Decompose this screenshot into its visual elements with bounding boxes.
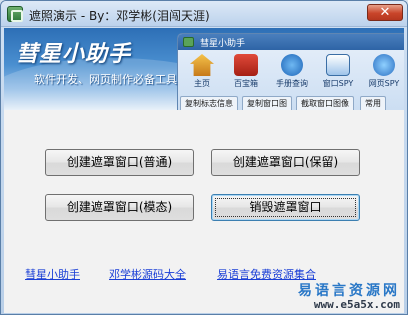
app-window: 遮照演示 - By：邓学彬(泪闯天涯) ✕ 彗星小助手 软件开发、网页制作必备工…	[0, 0, 408, 315]
preview-tool-window-spy: 窗口SPY	[316, 52, 360, 94]
preview-tab: 常用	[360, 96, 386, 110]
window-spy-icon	[326, 54, 350, 76]
banner-subtitle: 软件开发、网页制作必备工具	[34, 73, 177, 86]
watermark-url: www.e5a5x.com	[313, 298, 400, 311]
banner-preview-window: 彗星小助手 主页 百宝箱 手册查询 窗口SPY 网页SPY 复制标志信息 复制窗…	[177, 33, 404, 110]
preview-tool-label: 手册查询	[276, 79, 308, 88]
client-area: 彗星小助手 软件开发、网页制作必备工具 彗星小助手 主页 百宝箱 手册查询 窗口…	[4, 28, 404, 313]
preview-tool-web-spy: 网页SPY	[362, 52, 404, 94]
footer: 彗星小助手 邓学彬源码大全 易语言免费资源集合 易语言资源网 www.e5a5x…	[4, 260, 404, 313]
preview-tool-box: 百宝箱	[224, 52, 268, 94]
preview-tab: 复制标志信息	[180, 96, 238, 110]
app-icon	[7, 6, 23, 22]
watermark-cn: 易语言资源网	[298, 283, 400, 299]
create-mask-modal-button[interactable]: 创建遮罩窗口(模态)	[45, 194, 194, 221]
preview-tool-home: 主页	[180, 52, 224, 94]
site-watermark: 易语言资源网 www.e5a5x.com	[280, 280, 404, 313]
button-panel: 创建遮罩窗口(普通) 创建遮罩窗口(保留) 创建遮罩窗口(模态) 销毁遮罩窗口	[4, 110, 404, 260]
destroy-mask-button[interactable]: 销毁遮罩窗口	[211, 194, 360, 221]
title-bar[interactable]: 遮照演示 - By：邓学彬(泪闯天涯) ✕	[1, 1, 407, 27]
treasure-box-icon	[234, 54, 258, 76]
preview-tool-label: 窗口SPY	[322, 79, 354, 88]
preview-app-icon	[183, 37, 194, 47]
preview-tool-label: 百宝箱	[234, 79, 258, 88]
preview-title-bar: 彗星小助手	[178, 34, 404, 50]
help-manual-icon	[281, 54, 303, 76]
preview-tabs: 复制标志信息 复制窗口图 截取窗口图像 常用	[178, 96, 404, 110]
banner-image: 彗星小助手 软件开发、网页制作必备工具 彗星小助手 主页 百宝箱 手册查询 窗口…	[4, 28, 404, 110]
window-title: 遮照演示 - By：邓学彬(泪闯天涯)	[29, 9, 210, 23]
preview-tool-label: 主页	[194, 79, 210, 88]
web-spy-icon	[373, 54, 395, 76]
preview-title: 彗星小助手	[200, 39, 246, 49]
link-source-collection[interactable]: 邓学彬源码大全	[109, 266, 186, 282]
create-mask-keep-button[interactable]: 创建遮罩窗口(保留)	[211, 149, 360, 176]
preview-tool-label: 网页SPY	[368, 79, 400, 88]
preview-toolbar: 主页 百宝箱 手册查询 窗口SPY 网页SPY	[178, 52, 404, 94]
house-icon	[190, 54, 214, 76]
banner-title: 彗星小助手	[16, 42, 132, 67]
preview-tab: 复制窗口图	[242, 96, 292, 110]
create-mask-normal-button[interactable]: 创建遮罩窗口(普通)	[45, 149, 194, 176]
link-comet-helper[interactable]: 彗星小助手	[25, 266, 80, 282]
preview-tab: 截取窗口图像	[296, 96, 354, 110]
preview-tool-manual: 手册查询	[270, 52, 314, 94]
close-button[interactable]: ✕	[367, 4, 403, 21]
